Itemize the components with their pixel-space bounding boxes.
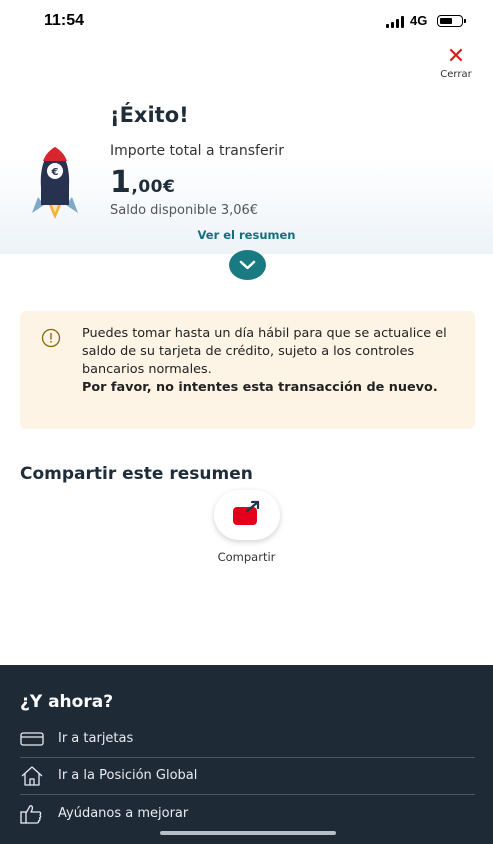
chevron-down-icon bbox=[239, 260, 256, 270]
expand-summary-button[interactable] bbox=[229, 250, 266, 280]
home-indicator[interactable] bbox=[160, 831, 336, 835]
signal-icon bbox=[386, 16, 406, 28]
card-icon bbox=[20, 732, 44, 746]
go-to-cards-item[interactable]: Ir a tarjetas bbox=[20, 721, 475, 758]
share-title: Compartir este resumen bbox=[20, 464, 253, 484]
divider bbox=[20, 794, 475, 795]
help-improve-label: Ayúdanos a mejorar bbox=[58, 806, 189, 821]
success-title: ¡Éxito! bbox=[110, 103, 189, 127]
view-summary-link[interactable]: Ver el resumen bbox=[0, 228, 493, 242]
share-button[interactable] bbox=[214, 490, 280, 540]
info-icon bbox=[41, 328, 61, 348]
next-steps-panel: ¿Y ahora? Ir a tarjetas Ir a la Posición… bbox=[0, 665, 493, 844]
status-time: 11:54 bbox=[44, 12, 85, 29]
thumbs-up-icon bbox=[20, 805, 42, 824]
go-to-cards-label: Ir a tarjetas bbox=[58, 731, 134, 746]
svg-text:€: € bbox=[51, 167, 59, 178]
info-notice: Puedes tomar hasta un día hábil para que… bbox=[20, 311, 475, 429]
notice-warning: Por favor, no intentes esta transacción … bbox=[82, 380, 438, 395]
go-to-global-position-item[interactable]: Ir a la Posición Global bbox=[20, 758, 475, 795]
next-steps-title: ¿Y ahora? bbox=[20, 692, 114, 712]
notice-body: Puedes tomar hasta un día hábil para que… bbox=[82, 326, 447, 377]
rocket-icon: € bbox=[32, 147, 78, 219]
available-balance: Saldo disponible 3,06€ bbox=[110, 203, 259, 218]
close-label: Cerrar bbox=[440, 69, 472, 80]
notice-text: Puedes tomar hasta un día hábil para que… bbox=[82, 325, 462, 397]
battery-icon bbox=[437, 15, 466, 27]
amount-integer: 1 bbox=[110, 165, 132, 200]
help-improve-item[interactable]: Ayúdanos a mejorar bbox=[20, 796, 475, 833]
amount-label: Importe total a transferir bbox=[110, 143, 284, 159]
go-to-global-position-label: Ir a la Posición Global bbox=[58, 768, 198, 783]
share-label: Compartir bbox=[217, 550, 276, 564]
close-button[interactable]: ✕ Cerrar bbox=[436, 46, 476, 82]
network-type: 4G bbox=[410, 13, 428, 28]
close-icon: ✕ bbox=[446, 44, 466, 69]
transfer-amount: 1,00€ bbox=[110, 165, 175, 200]
home-icon bbox=[21, 766, 43, 786]
status-bar: 11:54 4G bbox=[0, 0, 493, 42]
amount-decimal: ,00€ bbox=[131, 177, 176, 197]
view-summary-label: Ver el resumen bbox=[197, 228, 296, 242]
share-icon bbox=[233, 500, 260, 525]
